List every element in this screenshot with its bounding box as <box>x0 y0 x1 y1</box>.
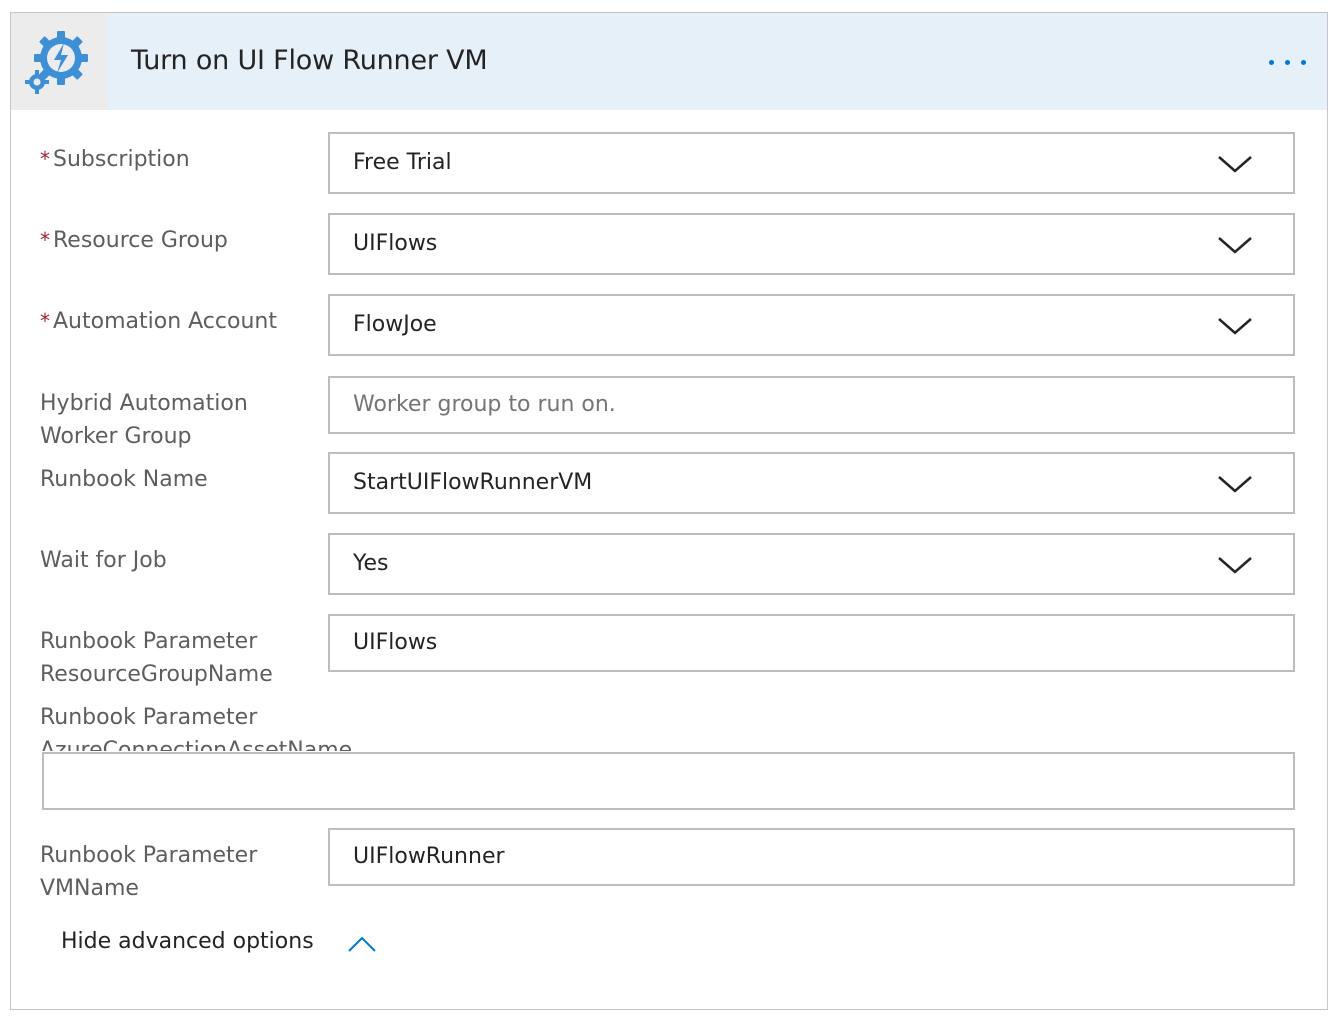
subscription-label: * Subscription <box>40 147 190 172</box>
param-connection-input[interactable] <box>42 752 1295 810</box>
action-card: Turn on UI Flow Runner VM * Subscription … <box>10 12 1328 1010</box>
wait-for-job-dropdown[interactable]: Yes <box>328 533 1295 595</box>
action-icon-box <box>11 13 107 110</box>
resource-group-value: UIFlows <box>353 231 438 256</box>
action-header[interactable]: Turn on UI Flow Runner VM <box>11 13 1327 110</box>
param-vmname-input[interactable]: UIFlowRunner <box>328 828 1295 886</box>
param-connection-label-clip: Runbook Parameter AzureConnectionAssetNa… <box>40 703 640 751</box>
hide-advanced-options-link[interactable]: Hide advanced options <box>61 929 314 954</box>
param-connection-label: Runbook Parameter AzureConnectionAssetNa… <box>40 705 353 751</box>
runbook-name-dropdown[interactable]: StartUIFlowRunnerVM <box>328 452 1295 514</box>
runbook-name-label: Runbook Name <box>40 467 208 492</box>
chevron-down-icon <box>1218 476 1252 493</box>
param-vmname-value: UIFlowRunner <box>353 844 505 869</box>
param-resource-group-input[interactable]: UIFlows <box>328 614 1295 672</box>
chevron-down-icon <box>1218 557 1252 574</box>
hybrid-worker-input[interactable]: Worker group to run on. <box>328 376 1295 434</box>
automation-account-dropdown[interactable]: FlowJoe <box>328 294 1295 356</box>
hybrid-worker-placeholder: Worker group to run on. <box>353 392 616 417</box>
ellipsis-icon <box>1285 60 1290 65</box>
runbook-name-value: StartUIFlowRunnerVM <box>353 470 593 495</box>
gear-lightning-icon <box>25 31 88 94</box>
automation-account-label: * Automation Account <box>40 309 277 334</box>
subscription-dropdown[interactable]: Free Trial <box>328 132 1295 194</box>
more-options-button[interactable] <box>1263 43 1313 83</box>
chevron-down-icon <box>1218 318 1252 335</box>
automation-account-value: FlowJoe <box>353 312 437 337</box>
required-marker: * <box>40 309 50 333</box>
chevron-up-icon[interactable] <box>347 935 377 953</box>
hybrid-worker-label: Hybrid Automation Worker Group <box>40 391 248 449</box>
action-title[interactable]: Turn on UI Flow Runner VM <box>131 45 488 76</box>
chevron-down-icon <box>1218 156 1252 173</box>
chevron-down-icon <box>1218 237 1252 254</box>
param-resource-group-label: Runbook Parameter ResourceGroupName <box>40 629 273 687</box>
ellipsis-icon <box>1269 60 1274 65</box>
required-marker: * <box>40 228 50 252</box>
wait-for-job-label: Wait for Job <box>40 548 167 573</box>
ellipsis-icon <box>1301 60 1306 65</box>
required-marker: * <box>40 147 50 171</box>
param-resource-group-value: UIFlows <box>353 630 438 655</box>
resource-group-dropdown[interactable]: UIFlows <box>328 213 1295 275</box>
wait-for-job-value: Yes <box>353 551 389 576</box>
resource-group-label: * Resource Group <box>40 228 228 253</box>
param-vmname-label: Runbook Parameter VMName <box>40 843 258 901</box>
subscription-value: Free Trial <box>353 150 452 175</box>
